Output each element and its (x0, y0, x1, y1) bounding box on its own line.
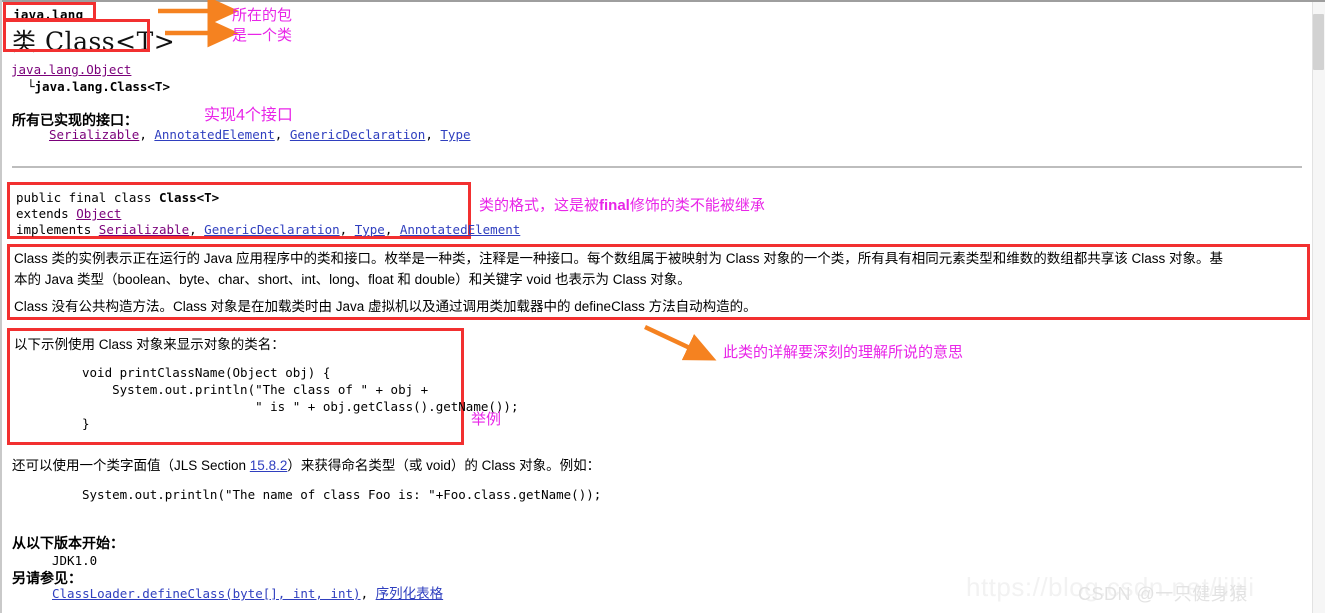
since-value: JDK1.0 (52, 553, 98, 568)
signature-class-name: Class<T> (159, 190, 220, 205)
interface-link-type[interactable]: Type (440, 127, 470, 142)
class-literal-paragraph: 还可以使用一个类字面值（JLS Section 15.8.2）来获得命名类型（或… (12, 458, 601, 473)
watermark-credit: CSDN @一只健身猿 (1078, 584, 1248, 604)
signature-line-3: implements Serializable, GenericDeclarat… (16, 222, 521, 237)
note-detail: 此类的详解要深刻的理解所说的意思 (723, 344, 964, 361)
signature-line-1: public final class Class<T> (16, 190, 220, 205)
note-example: 举例 (471, 411, 502, 428)
window-left-edge (0, 0, 2, 613)
note-interfaces: 实现4个接口 (204, 107, 293, 124)
see-also-link-defineclass[interactable]: ClassLoader.defineClass(byte[], int, int… (52, 586, 361, 601)
class-signature: public final class Class<T> extends Obje… (16, 190, 520, 238)
scrollbar-thumb[interactable] (1313, 14, 1324, 70)
impl-link-genericdeclaration[interactable]: GenericDeclaration (204, 222, 339, 237)
example-code: void printClassName(Object obj) { System… (82, 365, 519, 431)
jls-section-link[interactable]: 15.8.2 (250, 458, 288, 473)
class-literal-code: System.out.println("The name of class Fo… (82, 487, 602, 502)
section-divider (12, 166, 1302, 168)
impl-link-type[interactable]: Type (355, 222, 385, 237)
see-also-link-serialized-form[interactable]: 序列化表格 (376, 586, 444, 601)
interface-link-serializable[interactable]: Serializable (49, 127, 139, 142)
impl-link-serializable[interactable]: Serializable (99, 222, 189, 237)
javadoc-page: java.lang 类 Class<T> java.lang.Object └j… (0, 0, 1325, 613)
note-is-class: 是一个类 (232, 27, 293, 44)
note-class-format: 类的格式，这是被final修饰的类不能被继承 (479, 197, 765, 214)
impl-link-annotatedelement[interactable]: AnnotatedElement (400, 222, 520, 237)
vertical-scrollbar[interactable] (1312, 2, 1325, 613)
interface-link-genericdeclaration[interactable]: GenericDeclaration (290, 127, 425, 142)
signature-line-2: extends Object (16, 206, 122, 221)
example-intro: 以下示例使用 Class 对象来显示对象的类名： (14, 337, 285, 352)
title-highlight-box (3, 19, 150, 52)
description-paragraph-2: Class 没有公共构造方法。Class 对象是在加载类时由 Java 虚拟机以… (14, 299, 757, 314)
superclass-link-object[interactable]: Object (76, 206, 121, 221)
interfaces-list: Serializable, AnnotatedElement, GenericD… (49, 127, 471, 142)
see-also-links: ClassLoader.defineClass(byte[], int, int… (52, 586, 444, 601)
hierarchy-parent-link[interactable]: java.lang.Object (11, 62, 131, 77)
hierarchy-child: └java.lang.Class<T> (27, 79, 170, 94)
since-heading: 从以下版本开始： (12, 535, 124, 551)
note-package: 所在的包 (232, 7, 293, 24)
description-paragraph-1-line-1: Class 类的实例表示正在运行的 Java 应用程序中的类和接口。枚举是一种类… (14, 251, 1224, 266)
javadoc-content: java.lang 类 Class<T> java.lang.Object └j… (4, 2, 1310, 613)
interface-link-annotatedelement[interactable]: AnnotatedElement (154, 127, 274, 142)
description-paragraph-1-line-2: 本的 Java 类型（boolean、byte、char、short、int、l… (14, 272, 691, 287)
